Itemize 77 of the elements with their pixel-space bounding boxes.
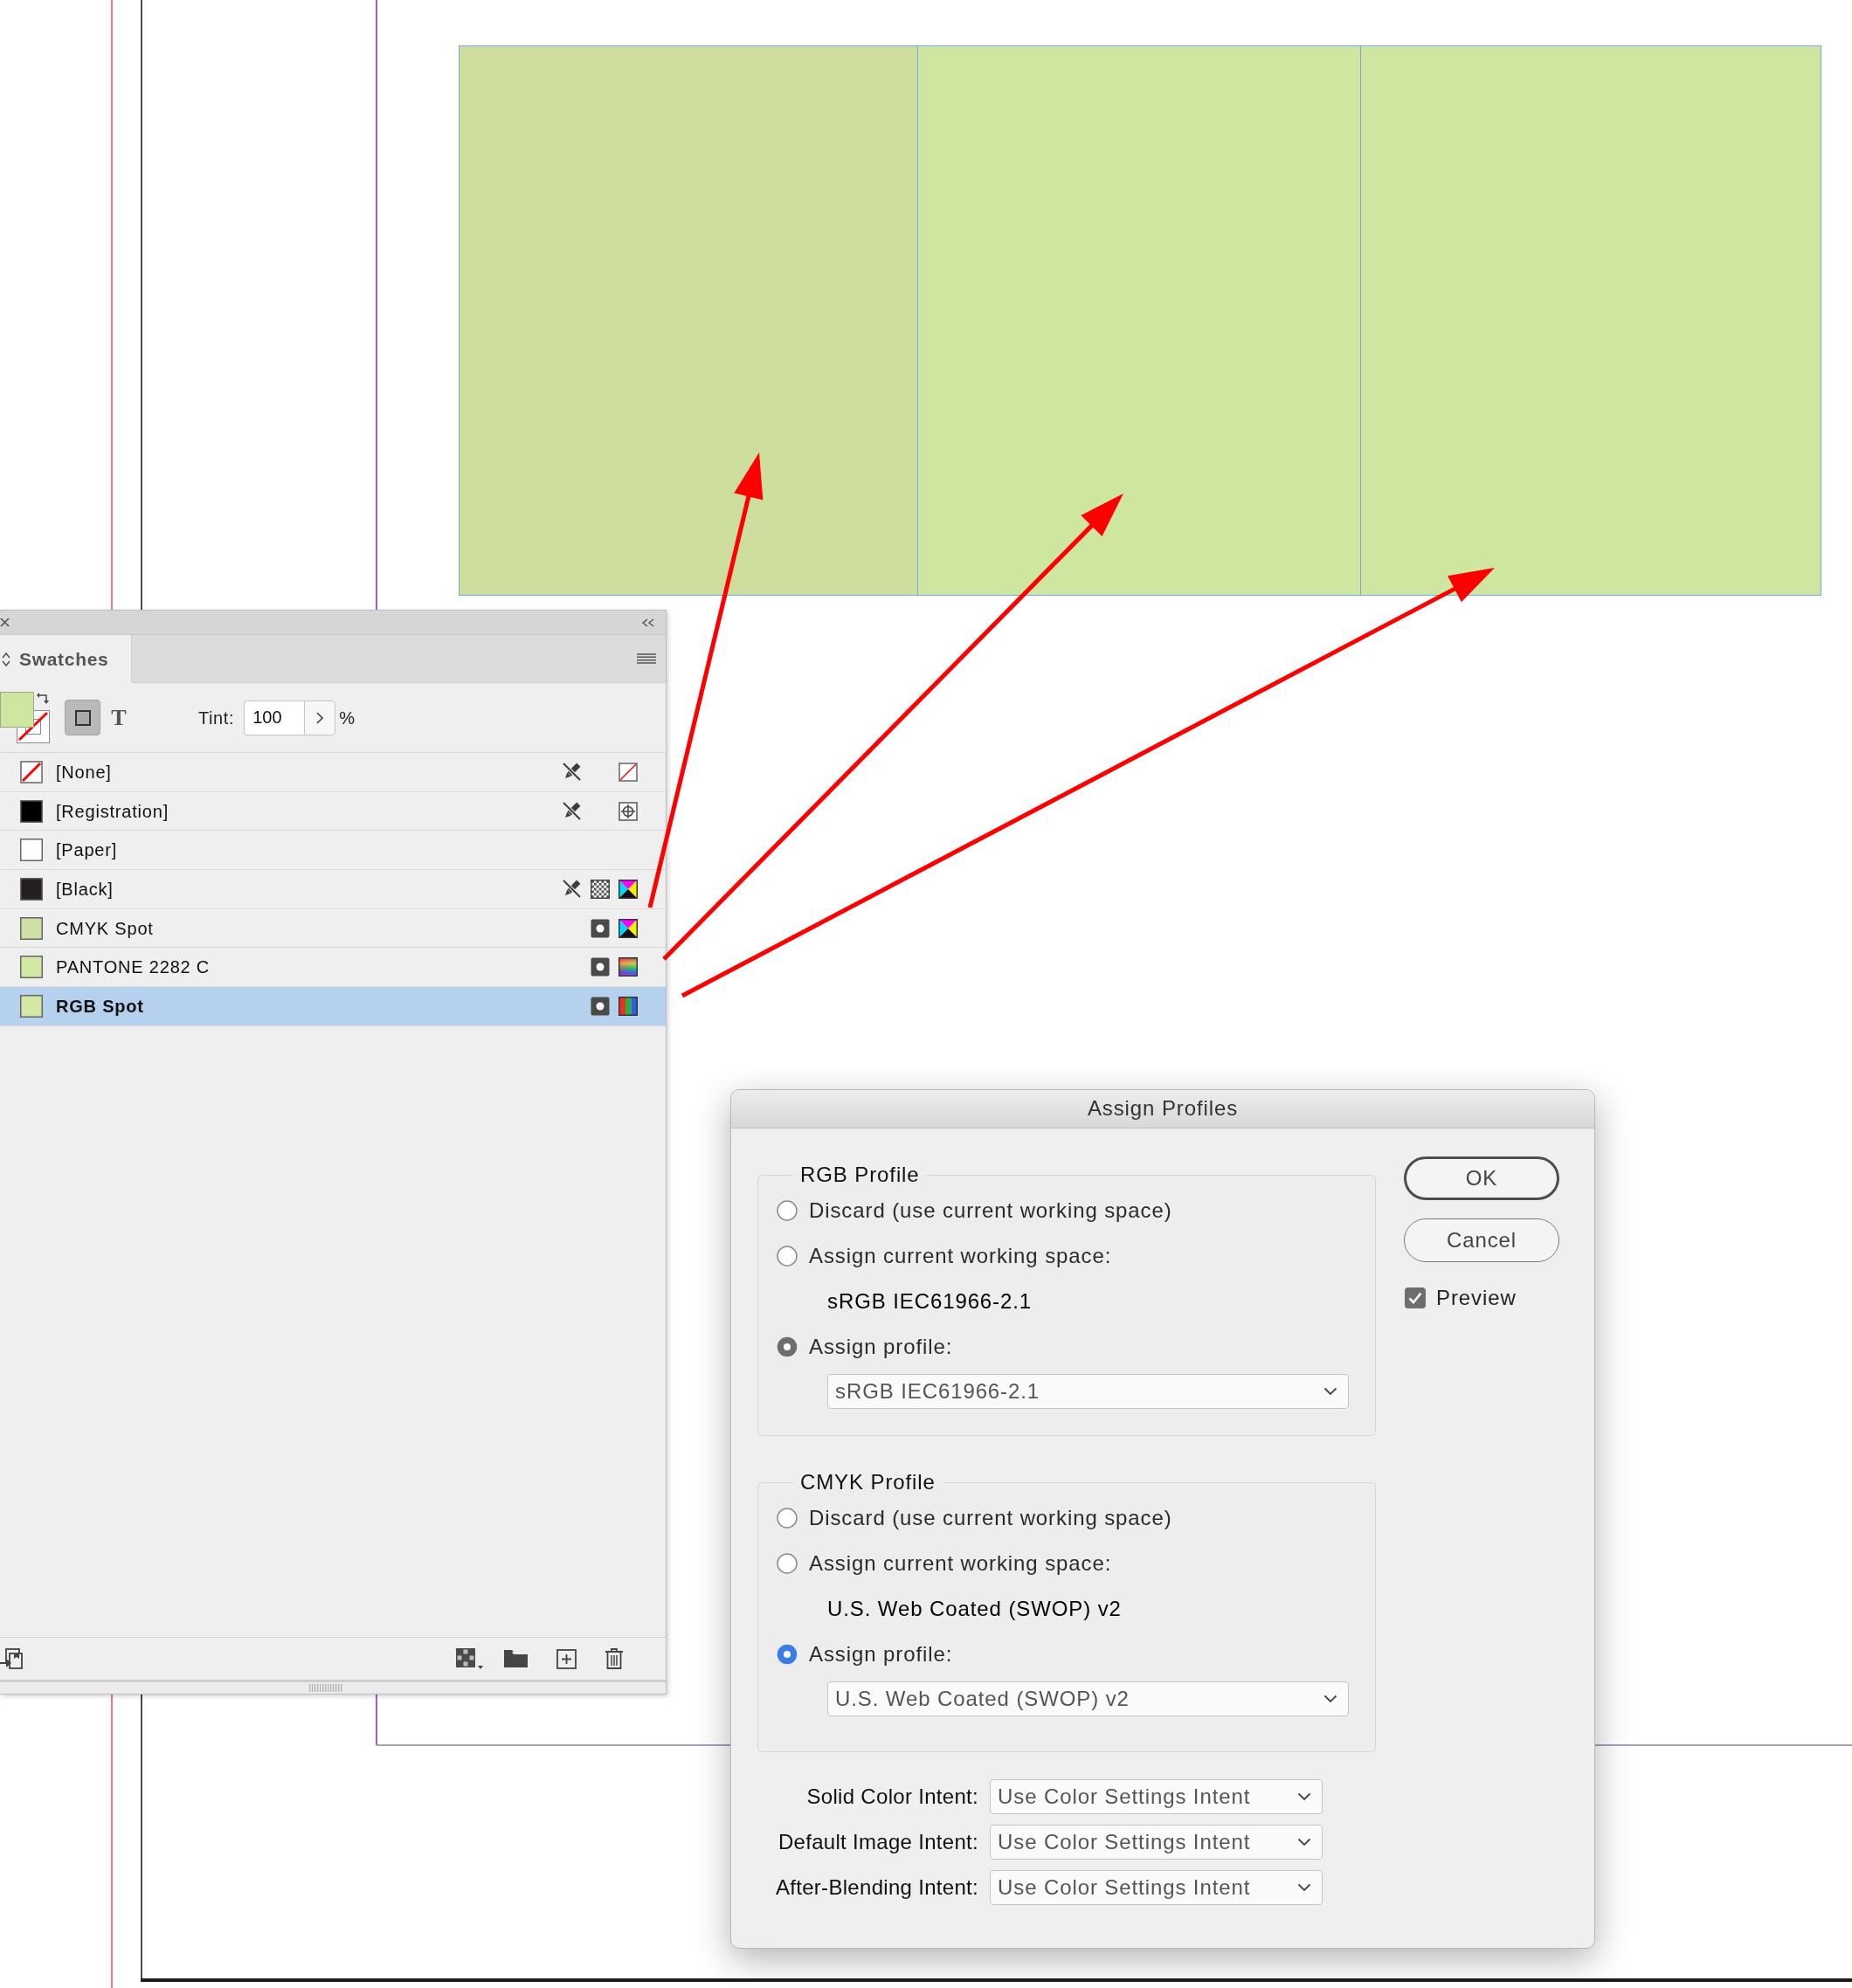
radio-label[interactable]: Assign profile: bbox=[809, 1334, 953, 1360]
preview-checkbox[interactable] bbox=[1405, 1287, 1426, 1308]
swatches-tab[interactable]: Swatches bbox=[0, 635, 132, 683]
slashed-square-icon bbox=[618, 762, 638, 782]
profile-dropdown[interactable]: U.S. Web Coated (SWOP) v2 bbox=[827, 1681, 1349, 1716]
resize-grip-icon[interactable] bbox=[309, 1684, 342, 1692]
radio-button[interactable] bbox=[777, 1336, 798, 1357]
swatch-name: CMYK Spot bbox=[56, 917, 154, 939]
intent-dropdown[interactable]: Use Color Settings Intent bbox=[990, 1825, 1323, 1860]
dot-square-icon bbox=[591, 996, 610, 1016]
trash-icon[interactable] bbox=[605, 1648, 623, 1669]
chevron-right-icon bbox=[316, 711, 324, 724]
chevron-down-icon bbox=[1323, 1387, 1337, 1396]
radio-label[interactable]: Assign current working space: bbox=[809, 1243, 1112, 1269]
dialog-title: Assign Profiles bbox=[1087, 1096, 1239, 1122]
radio-button[interactable] bbox=[777, 1246, 798, 1267]
profile-dropdown[interactable]: sRGB IEC61966-2.1 bbox=[827, 1374, 1349, 1409]
text-format-button[interactable]: T bbox=[105, 700, 133, 735]
radio-button[interactable] bbox=[777, 1553, 798, 1574]
dialog-button[interactable]: Cancel bbox=[1404, 1218, 1559, 1262]
chevron-down-icon bbox=[1323, 1695, 1337, 1703]
profile-name: U.S. Web Coated (SWOP) v2 bbox=[827, 1596, 1122, 1622]
crosshair-icon bbox=[618, 801, 638, 821]
swatch-name: [Black] bbox=[56, 878, 114, 900]
swatch-row[interactable]: CMYK Spot bbox=[0, 908, 666, 949]
intent-label: Default Image Intent: bbox=[777, 1829, 978, 1855]
tint-field[interactable]: 100 bbox=[244, 700, 305, 735]
menu-icon[interactable] bbox=[637, 653, 656, 664]
tint-label: Tint: bbox=[198, 707, 235, 728]
swatch-name: [None] bbox=[56, 761, 112, 783]
swatch-name: PANTONE 2282 C bbox=[56, 956, 211, 978]
slashed-swatch-icon bbox=[20, 760, 43, 783]
swatch-name: [Registration] bbox=[56, 800, 169, 822]
chevron-down-icon bbox=[1297, 1838, 1311, 1846]
swatch-row[interactable]: [None] bbox=[0, 753, 666, 792]
swatch-row[interactable]: [Paper] bbox=[0, 831, 666, 871]
group-label: RGB Profile bbox=[799, 1162, 921, 1188]
dot-square-icon bbox=[591, 957, 610, 977]
swatch-name: RGB Spot bbox=[56, 995, 144, 1017]
radio-label[interactable]: Discard (use current working space) bbox=[809, 1198, 1172, 1224]
container-format-button[interactable] bbox=[65, 700, 100, 735]
tint-stepper-button[interactable] bbox=[304, 700, 336, 735]
up-down-chevron-icon bbox=[2, 651, 10, 667]
swatch-row[interactable]: [Black] bbox=[0, 870, 666, 909]
checkerboard-icon bbox=[591, 879, 610, 899]
plus-square-icon[interactable] bbox=[556, 1648, 577, 1669]
close-icon[interactable] bbox=[0, 618, 10, 627]
intent-dropdown[interactable]: Use Color Settings Intent bbox=[990, 1870, 1323, 1905]
group-label: CMYK Profile bbox=[799, 1469, 936, 1495]
swatch-row[interactable]: [Registration] bbox=[0, 791, 666, 832]
intent-label: After-Blending Intent: bbox=[775, 1874, 978, 1901]
fill-stroke-icon[interactable] bbox=[0, 692, 50, 743]
dialog-button[interactable]: OK bbox=[1404, 1156, 1559, 1200]
radio-label[interactable]: Assign current working space: bbox=[809, 1550, 1112, 1577]
collapse-icon[interactable] bbox=[641, 618, 655, 627]
intent-dropdown[interactable]: Use Color Settings Intent bbox=[990, 1779, 1323, 1814]
striped-square-icon bbox=[618, 996, 638, 1016]
radio-button[interactable] bbox=[777, 1644, 798, 1665]
swatch-row[interactable]: RGB Spot bbox=[0, 987, 666, 1026]
intent-label: Solid Color Intent: bbox=[806, 1784, 978, 1810]
profile-name: sRGB IEC61966-2.1 bbox=[827, 1288, 1033, 1315]
radio-label[interactable]: Discard (use current working space) bbox=[809, 1505, 1172, 1531]
folder-icon[interactable] bbox=[504, 1649, 528, 1668]
radio-button[interactable] bbox=[777, 1508, 798, 1529]
radio-button[interactable] bbox=[777, 1200, 798, 1221]
chevron-down-icon bbox=[1297, 1883, 1311, 1892]
swap-icon[interactable] bbox=[37, 693, 49, 704]
grid-menu-icon[interactable] bbox=[456, 1647, 483, 1670]
gradient-square-icon bbox=[618, 957, 638, 977]
dot-square-icon bbox=[591, 918, 610, 938]
swatch-name: [Paper] bbox=[56, 839, 118, 861]
radio-label[interactable]: Assign profile: bbox=[809, 1641, 953, 1667]
chevron-down-icon bbox=[1297, 1792, 1311, 1801]
preview-label[interactable]: Preview bbox=[1436, 1285, 1517, 1311]
square-icon bbox=[74, 709, 91, 726]
percent-label: % bbox=[339, 707, 355, 728]
arrow-into-squares-icon[interactable] bbox=[0, 1648, 23, 1669]
